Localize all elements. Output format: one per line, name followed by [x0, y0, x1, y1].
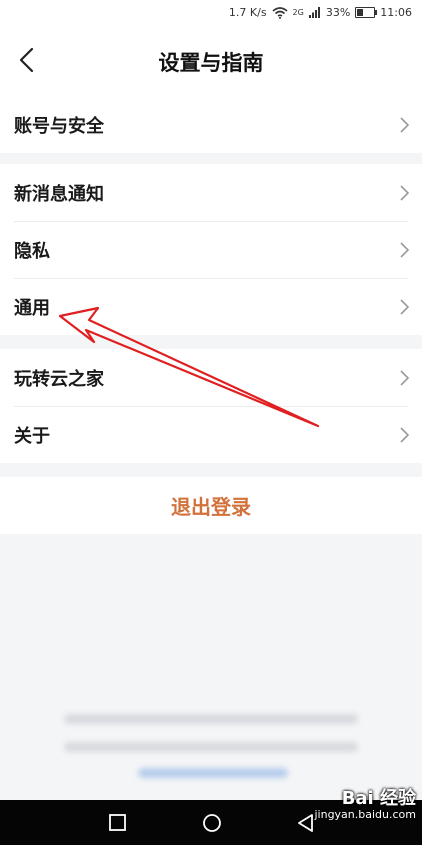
menu-item-general[interactable]: 通用: [0, 278, 422, 335]
footer-blurred-text: [0, 712, 422, 787]
menu-item-label: 玩转云之家: [14, 368, 104, 390]
signal-icon: [308, 7, 320, 18]
home-button[interactable]: [201, 813, 223, 835]
recent-apps-button[interactable]: [108, 813, 128, 833]
status-icons: 1.7 K/s 2G 33% 11:06: [229, 6, 412, 19]
chevron-right-icon: [400, 117, 410, 133]
chevron-right-icon: [400, 185, 410, 201]
watermark: Bai 经验 jingyan.baidu.com: [314, 789, 416, 821]
settings-group-about: 玩转云之家 关于: [0, 349, 422, 463]
menu-item-label: 隐私: [14, 240, 50, 262]
menu-item-label: 通用: [14, 297, 50, 319]
chevron-right-icon: [400, 299, 410, 315]
page-title: 设置与指南: [158, 51, 264, 75]
menu-item-notifications[interactable]: 新消息通知: [0, 164, 422, 221]
watermark-url: jingyan.baidu.com: [314, 807, 416, 821]
nav-bar: 设置与指南: [0, 26, 422, 96]
clock: 11:06: [380, 6, 412, 19]
logout-button[interactable]: 退出登录: [0, 477, 422, 534]
logout-label: 退出登录: [171, 495, 251, 519]
battery-percent: 33%: [325, 6, 351, 19]
menu-item-account-security[interactable]: 账号与安全: [0, 96, 422, 153]
network-speed: 1.7 K/s: [228, 6, 267, 19]
settings-group-general: 新消息通知 隐私 通用: [0, 164, 422, 335]
wifi-icon: [272, 6, 288, 19]
chevron-right-icon: [400, 370, 410, 386]
chevron-right-icon: [400, 242, 410, 258]
menu-item-label: 新消息通知: [14, 183, 104, 205]
watermark-logo: Bai 经验: [341, 788, 416, 809]
settings-group-account: 账号与安全: [0, 96, 422, 153]
menu-item-about[interactable]: 关于: [0, 406, 422, 463]
chevron-right-icon: [400, 427, 410, 443]
network-type: 2G: [292, 8, 304, 17]
menu-item-privacy[interactable]: 隐私: [0, 221, 422, 278]
back-nav-button[interactable]: [296, 813, 316, 833]
status-bar: 1.7 K/s 2G 33% 11:06: [0, 0, 422, 26]
menu-item-label: 账号与安全: [14, 115, 104, 137]
menu-item-guide[interactable]: 玩转云之家: [0, 349, 422, 406]
battery-icon: [355, 7, 378, 18]
menu-item-label: 关于: [14, 425, 50, 447]
